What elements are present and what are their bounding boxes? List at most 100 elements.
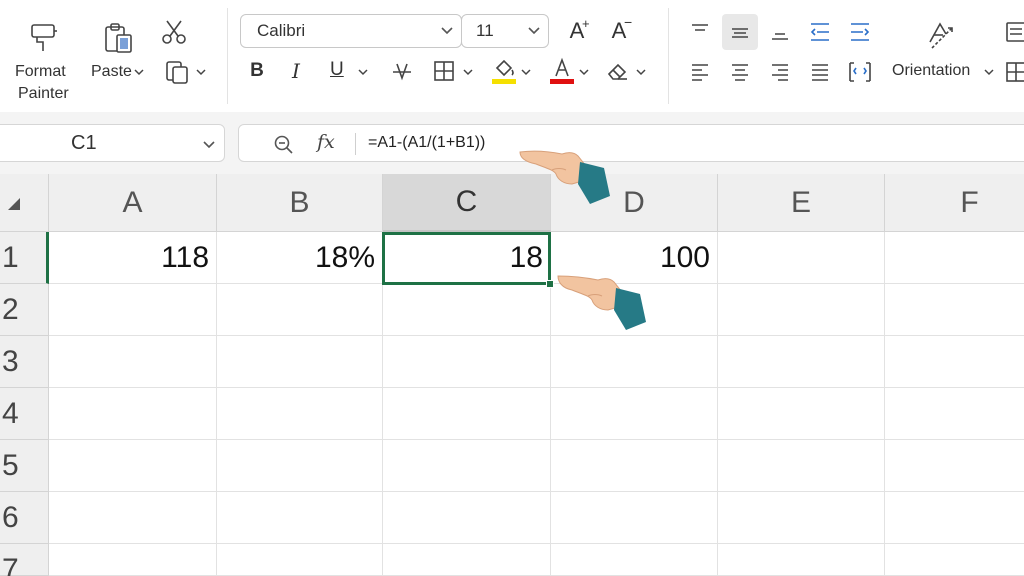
cell-f5[interactable] xyxy=(885,440,1024,492)
row-header-7[interactable]: 7 xyxy=(0,544,49,576)
bottom-align-button[interactable] xyxy=(764,16,796,48)
cell-b2[interactable] xyxy=(217,284,383,336)
underline-icon: U xyxy=(330,59,344,80)
paste-button[interactable]: Paste xyxy=(88,18,150,88)
align-center-button[interactable] xyxy=(724,56,756,88)
decrease-indent-button[interactable] xyxy=(804,16,836,48)
cell-e6[interactable] xyxy=(718,492,885,544)
insert-function-button[interactable]: fx xyxy=(317,131,335,153)
format-painter-label-1: Format xyxy=(15,63,66,80)
cell-e1[interactable] xyxy=(718,232,885,284)
cell-f1[interactable] xyxy=(885,232,1024,284)
cell-c5[interactable] xyxy=(383,440,551,492)
cell-f2[interactable] xyxy=(885,284,1024,336)
cell-d7[interactable] xyxy=(551,544,718,576)
cell-c3[interactable] xyxy=(383,336,551,388)
row-header-1[interactable]: 1 xyxy=(0,232,49,284)
cell-a4[interactable] xyxy=(49,388,217,440)
font-color-button[interactable] xyxy=(547,54,593,88)
column-header-b[interactable]: B xyxy=(217,174,383,232)
increase-font-size-button[interactable]: A + xyxy=(560,14,594,48)
cell-e2[interactable] xyxy=(718,284,885,336)
cell-d4[interactable] xyxy=(551,388,718,440)
fill-color-button[interactable] xyxy=(489,54,535,88)
cell-e7[interactable] xyxy=(718,544,885,576)
cell-c2[interactable] xyxy=(383,284,551,336)
align-center-icon xyxy=(729,61,751,83)
row-header-5[interactable]: 5 xyxy=(0,440,49,492)
underline-button[interactable]: U xyxy=(326,56,370,86)
cell-c4[interactable] xyxy=(383,388,551,440)
cell-f3[interactable] xyxy=(885,336,1024,388)
cell-f4[interactable] xyxy=(885,388,1024,440)
bottom-align-icon xyxy=(769,21,791,43)
bold-button[interactable]: B xyxy=(244,56,270,86)
formula-input[interactable]: =A1-(A1/(1+B1)) xyxy=(368,134,485,152)
ribbon: Format Painter Paste Calibri 11 A + A − … xyxy=(0,0,1024,112)
column-header-f[interactable]: F xyxy=(885,174,1024,232)
formula-bar[interactable]: fx =A1-(A1/(1+B1)) xyxy=(238,124,1024,162)
row-header-6[interactable]: 6 xyxy=(0,492,49,544)
select-all-button[interactable] xyxy=(0,174,49,232)
align-right-button[interactable] xyxy=(764,56,796,88)
paste-label: Paste xyxy=(91,63,132,80)
align-left-button[interactable] xyxy=(684,56,716,88)
clear-formatting-button[interactable] xyxy=(604,56,650,86)
cell-d3[interactable] xyxy=(551,336,718,388)
borders-button[interactable] xyxy=(431,56,477,86)
cell-b6[interactable] xyxy=(217,492,383,544)
cell-a1[interactable]: 118 xyxy=(49,232,217,284)
cell-b7[interactable] xyxy=(217,544,383,576)
cell-b1[interactable]: 18% xyxy=(217,232,383,284)
cell-f7[interactable] xyxy=(885,544,1024,576)
zoom-icon[interactable] xyxy=(273,134,295,161)
cell-a3[interactable] xyxy=(49,336,217,388)
chevron-down-icon xyxy=(636,68,646,76)
top-align-icon xyxy=(689,21,711,43)
column-header-a[interactable]: A xyxy=(49,174,217,232)
name-box[interactable]: C1 xyxy=(0,124,225,162)
orientation-label: Orientation xyxy=(892,62,971,79)
cell-e4[interactable] xyxy=(718,388,885,440)
ribbon-divider xyxy=(227,8,228,104)
increase-indent-button[interactable] xyxy=(844,16,876,48)
font-family-select[interactable]: Calibri xyxy=(240,14,462,48)
fill-handle[interactable] xyxy=(546,280,554,288)
cell-d5[interactable] xyxy=(551,440,718,492)
row-header-2[interactable]: 2 xyxy=(0,284,49,336)
cell-a2[interactable] xyxy=(49,284,217,336)
wrap-text-icon xyxy=(1004,20,1024,44)
wrap-text-button[interactable] xyxy=(1004,16,1024,48)
font-size-select[interactable]: 11 xyxy=(461,14,549,48)
column-header-e[interactable]: E xyxy=(718,174,885,232)
cell-e3[interactable] xyxy=(718,336,885,388)
top-align-button[interactable] xyxy=(684,16,716,48)
justify-button[interactable] xyxy=(804,56,836,88)
row-header-3[interactable]: 3 xyxy=(0,336,49,388)
cell-f6[interactable] xyxy=(885,492,1024,544)
cell-a6[interactable] xyxy=(49,492,217,544)
copy-button[interactable] xyxy=(160,56,208,88)
cell-c7[interactable] xyxy=(383,544,551,576)
scissors-icon xyxy=(161,19,187,45)
format-painter-button[interactable]: Format Painter xyxy=(8,18,78,108)
orientation-button[interactable]: Orientation xyxy=(888,16,998,92)
cell-d6[interactable] xyxy=(551,492,718,544)
strikethrough-button[interactable] xyxy=(388,56,416,86)
middle-align-button[interactable] xyxy=(722,14,758,50)
cell-b5[interactable] xyxy=(217,440,383,492)
cut-button[interactable] xyxy=(158,16,190,48)
number-format-button[interactable] xyxy=(1004,56,1024,88)
cell-a5[interactable] xyxy=(49,440,217,492)
chevron-down-icon xyxy=(196,68,206,76)
font-color-icon xyxy=(550,56,574,86)
cell-e5[interactable] xyxy=(718,440,885,492)
decrease-font-size-button[interactable]: A − xyxy=(602,14,636,48)
cell-c6[interactable] xyxy=(383,492,551,544)
cell-a7[interactable] xyxy=(49,544,217,576)
italic-button[interactable]: I xyxy=(283,56,309,86)
row-header-4[interactable]: 4 xyxy=(0,388,49,440)
cell-b4[interactable] xyxy=(217,388,383,440)
cell-b3[interactable] xyxy=(217,336,383,388)
merge-center-button[interactable] xyxy=(844,56,876,88)
